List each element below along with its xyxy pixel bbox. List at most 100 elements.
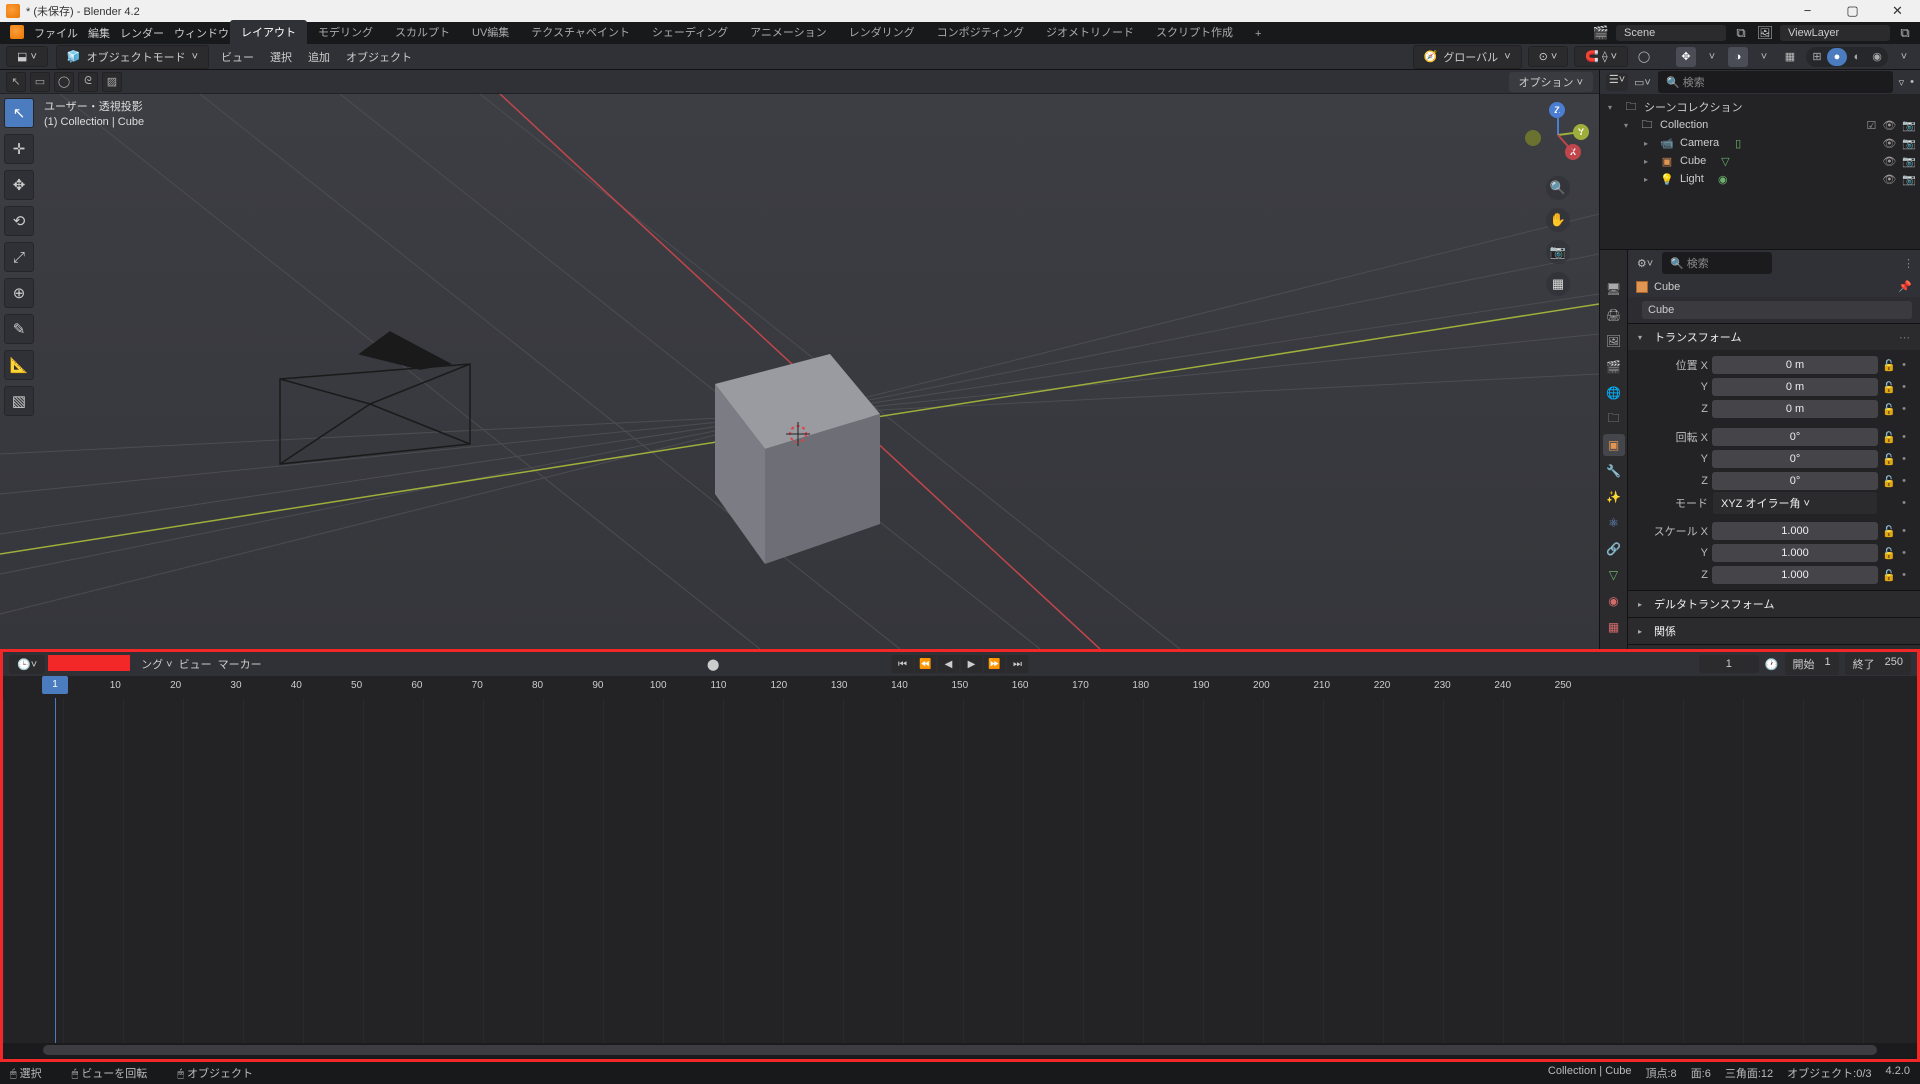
menu-window[interactable]: ウィンドウ	[174, 25, 229, 41]
current-frame-field[interactable]: 1	[1699, 655, 1759, 673]
menu-edit[interactable]: 編集	[88, 25, 110, 41]
timeline-type-icon[interactable]: 🕒˅	[9, 655, 45, 674]
xray-icon[interactable]: ▦	[1780, 47, 1800, 67]
scale-y-field[interactable]: 1.000	[1712, 544, 1878, 562]
nav-axis-gizmo[interactable]: Z Y X	[1525, 102, 1591, 168]
tab-rendering[interactable]: レンダリング	[838, 20, 926, 44]
scene-browse-icon[interactable]: 🎬	[1592, 24, 1610, 42]
timeline-view-menu[interactable]: ビュー	[179, 656, 212, 672]
props-type-icon[interactable]: ⚙˅	[1634, 257, 1656, 270]
ptab-material-icon[interactable]: ◉	[1603, 590, 1625, 612]
tool-cursor-icon[interactable]: ✛	[4, 134, 34, 164]
scene-new-icon[interactable]: ⧉	[1732, 24, 1750, 42]
jump-start-icon[interactable]: ⏮	[892, 655, 914, 673]
tree-item-cube[interactable]: ▸▣Cube▽👁📷	[1604, 152, 1916, 170]
tool-rotate-icon[interactable]: ⟲	[4, 206, 34, 236]
viewlayer-browse-icon[interactable]: 🖼	[1756, 24, 1774, 42]
gizmo-options-icon[interactable]: ˅	[1702, 47, 1722, 67]
timeclock-icon[interactable]: 🕐	[1765, 658, 1779, 671]
props-datablock-name[interactable]: Cube	[1628, 297, 1920, 323]
orientation-dropdown[interactable]: 🧭グローバル ˅	[1413, 45, 1522, 69]
tool-transform-icon[interactable]: ⊕	[4, 278, 34, 308]
props-options-icon[interactable]: ⋮	[1903, 257, 1914, 270]
camera-view-icon[interactable]: 📷	[1546, 240, 1570, 264]
scale-z-field[interactable]: 1.000	[1712, 566, 1878, 584]
timeline-marker-menu[interactable]: マーカー	[218, 656, 262, 672]
outliner-display-icon[interactable]: ▭˅	[1634, 76, 1652, 89]
ptab-particles-icon[interactable]: ✨	[1603, 486, 1625, 508]
3d-viewport[interactable]: ↖ ✛ ✥ ⟲ ⤢ ⊕ ✎ 📐 ▧ ユーザー・透視投影 (1) Collecti…	[0, 94, 1599, 649]
window-minimize-button[interactable]: −	[1785, 0, 1830, 22]
window-close-button[interactable]: ✕	[1875, 0, 1920, 22]
timeline-ruler[interactable]: 1 10203040506070809010011012013014015016…	[3, 676, 1917, 698]
tab-geonodes[interactable]: ジオメトリノード	[1035, 20, 1145, 44]
header-object[interactable]: オブジェクト	[342, 49, 416, 65]
mode-dropdown[interactable]: 🧊オブジェクトモード ˅	[56, 45, 209, 69]
panel-header[interactable]: ▸関係	[1628, 618, 1920, 644]
timeline-body[interactable]	[3, 698, 1917, 1043]
tool-select-icon[interactable]: ↖	[4, 98, 34, 128]
tab-uv[interactable]: UV編集	[461, 20, 520, 44]
header-view[interactable]: ビュー	[217, 49, 258, 65]
frame-start-field[interactable]: 開始1	[1785, 653, 1839, 675]
selmode-circle-icon[interactable]: ◯	[54, 72, 74, 92]
loc-x-field[interactable]: 0 m	[1712, 356, 1878, 374]
ptab-output-icon[interactable]: 🖨	[1603, 304, 1625, 326]
shading-wireframe-icon[interactable]: ⊞	[1807, 48, 1827, 66]
rot-x-field[interactable]: 0°	[1712, 428, 1878, 446]
menu-file[interactable]: ファイル	[34, 25, 78, 41]
selmode-tweak-icon[interactable]: ↖	[6, 72, 26, 92]
rotation-mode-dropdown[interactable]: XYZ オイラー角 ˅	[1712, 491, 1878, 515]
outliner-search[interactable]: 🔍 検索	[1658, 71, 1893, 93]
overlay-options-icon[interactable]: ˅	[1754, 47, 1774, 67]
tab-sculpt[interactable]: スカルプト	[384, 20, 461, 44]
lock-icon[interactable]: 🔓	[1882, 359, 1894, 372]
selmode-box-icon[interactable]: ▭	[30, 72, 50, 92]
shading-options-icon[interactable]: ˅	[1894, 47, 1914, 67]
panel-header[interactable]: ▸デルタトランスフォーム	[1628, 591, 1920, 617]
jump-end-icon[interactable]: ⏭	[1007, 655, 1029, 673]
selmode-invert-icon[interactable]: ▨	[102, 72, 122, 92]
ptab-constraint-icon[interactable]: 🔗	[1603, 538, 1625, 560]
timeline-keying-menu[interactable]: ング ˅	[141, 656, 172, 672]
ptab-modifier-icon[interactable]: 🔧	[1603, 460, 1625, 482]
play-icon[interactable]: ▶	[961, 655, 983, 673]
shading-rendered-icon[interactable]: ◉	[1867, 48, 1887, 66]
header-select[interactable]: 選択	[266, 49, 296, 65]
keyframe-prev-icon[interactable]: ⏪	[915, 655, 937, 673]
ptab-world-icon[interactable]: 🌐	[1603, 382, 1625, 404]
ptab-physics-icon[interactable]: ⚛	[1603, 512, 1625, 534]
tab-add[interactable]: +	[1244, 24, 1272, 44]
scrollbar-thumb[interactable]	[43, 1045, 1877, 1055]
tab-shading[interactable]: シェーディング	[641, 20, 739, 44]
rot-y-field[interactable]: 0°	[1712, 450, 1878, 468]
menu-render[interactable]: レンダー	[120, 25, 164, 41]
tool-scale-icon[interactable]: ⤢	[4, 242, 34, 272]
autokey-icon[interactable]: ⬤	[707, 658, 719, 671]
tab-modeling[interactable]: モデリング	[307, 20, 384, 44]
ptab-collection-icon[interactable]: 🗀	[1603, 408, 1625, 430]
collection-exclude-icon[interactable]: ☑	[1866, 119, 1876, 132]
ptab-viewlayer-icon[interactable]: 🖼	[1603, 330, 1625, 352]
snap-dropdown[interactable]: 🧲 ⟠ ˅	[1574, 46, 1628, 67]
rot-z-field[interactable]: 0°	[1712, 472, 1878, 490]
loc-z-field[interactable]: 0 m	[1712, 400, 1878, 418]
pivot-dropdown[interactable]: ⊙ ˅	[1528, 46, 1569, 67]
viewport-options-button[interactable]: オプション ˅	[1509, 72, 1593, 92]
ptab-scene-icon[interactable]: 🎬	[1603, 356, 1625, 378]
scene-name-field[interactable]: Scene	[1616, 25, 1726, 41]
frame-end-field[interactable]: 終了250	[1845, 653, 1911, 675]
pin-icon[interactable]: 📌	[1898, 280, 1912, 293]
shading-solid-icon[interactable]: ●	[1827, 48, 1847, 66]
window-maximize-button[interactable]: ▢	[1830, 0, 1875, 22]
tab-layout[interactable]: レイアウト	[230, 20, 307, 44]
keyframe-next-icon[interactable]: ⏩	[984, 655, 1006, 673]
selmode-lasso-icon[interactable]: ᘓ	[78, 72, 98, 92]
proportional-edit-icon[interactable]: ◯	[1634, 47, 1654, 67]
pan-icon[interactable]: ✋	[1546, 208, 1570, 232]
tool-annotate-icon[interactable]: ✎	[4, 314, 34, 344]
props-search[interactable]: 🔍 検索	[1662, 252, 1772, 274]
tab-compositing[interactable]: コンポジティング	[926, 20, 1035, 44]
panel-transform-header[interactable]: ▾トランスフォーム⋯	[1628, 324, 1920, 350]
tree-scene-collection[interactable]: ▾🗀シーンコレクション	[1604, 98, 1916, 116]
